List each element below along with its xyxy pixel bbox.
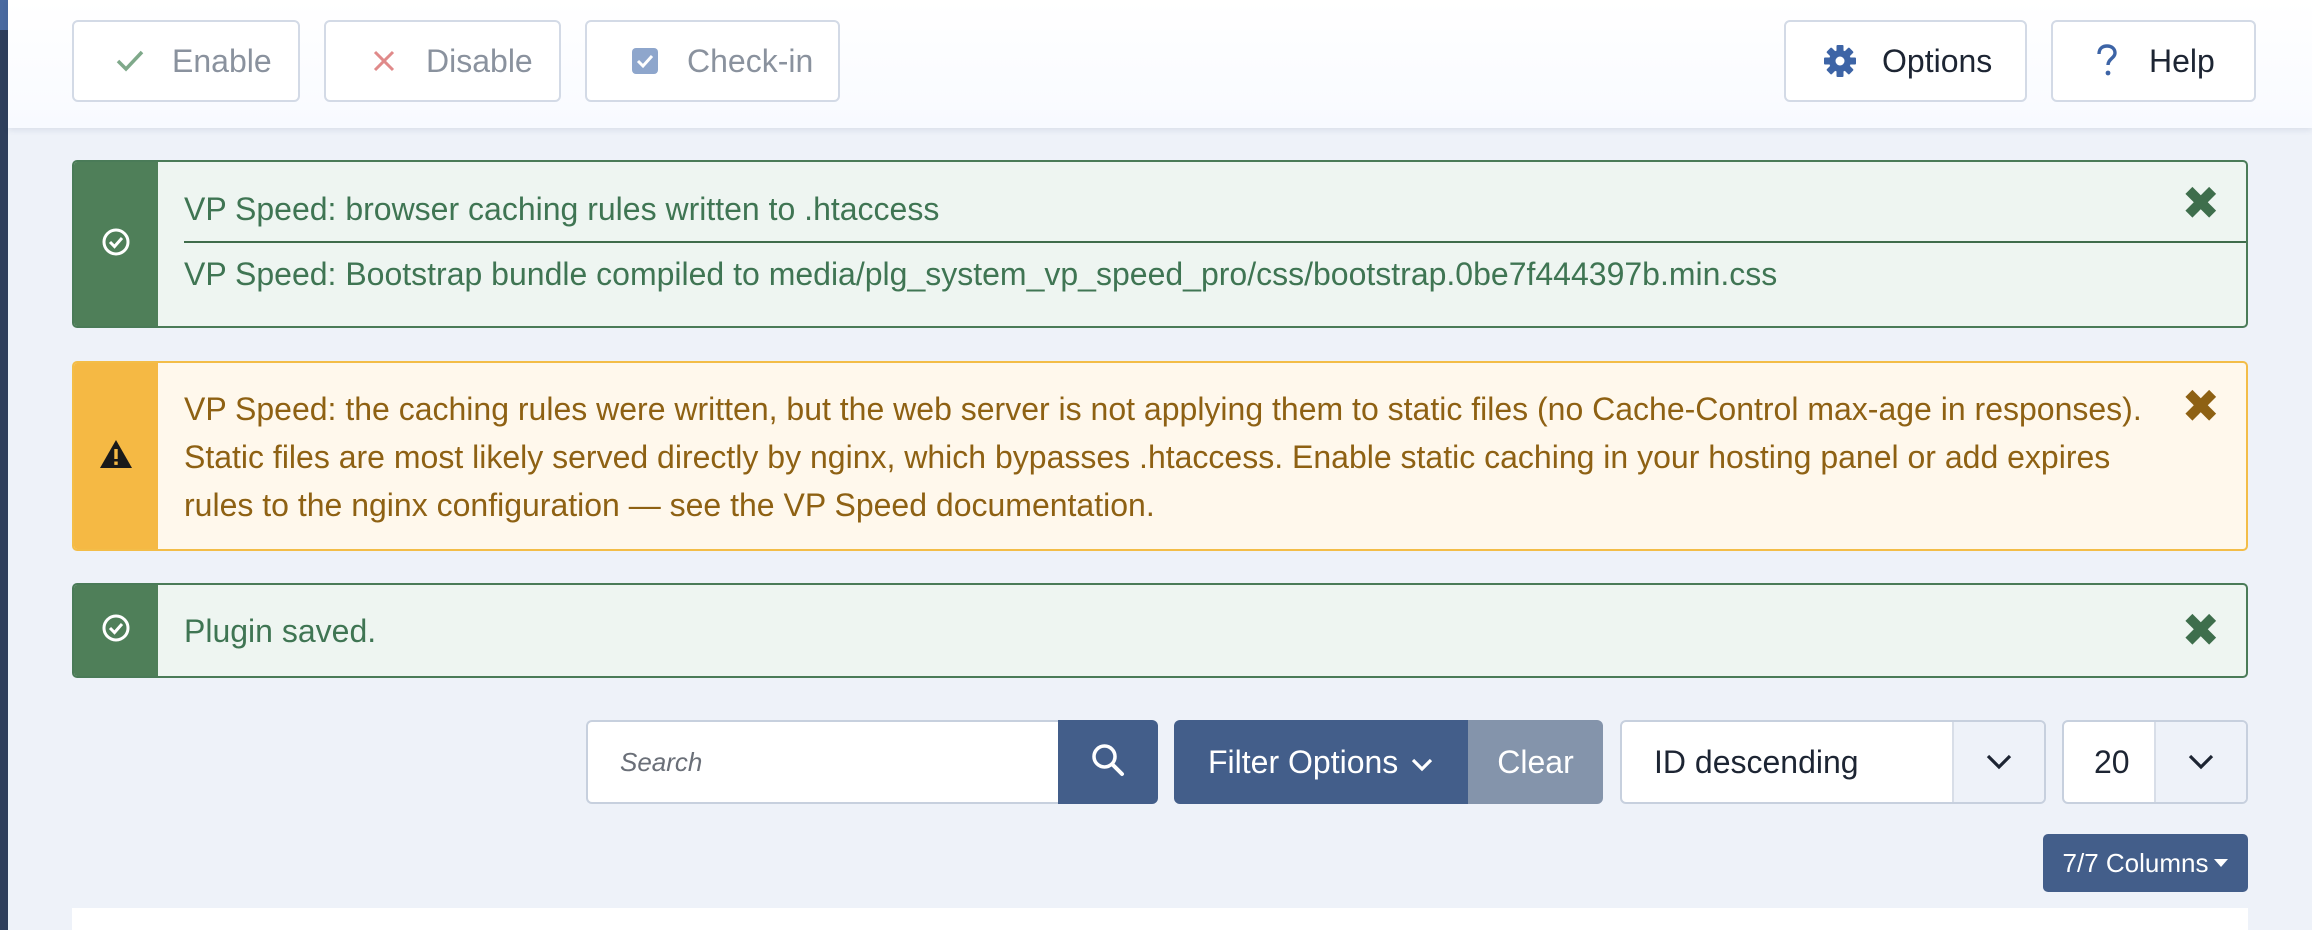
close-alert-button[interactable]: ✖ <box>2181 383 2220 429</box>
alert-message: Plugin saved. <box>184 613 377 649</box>
alert-icon-strip <box>74 585 158 676</box>
filter-options-label: Filter Options <box>1208 743 1399 780</box>
alert-message-list: VP Speed: browser caching rules written … <box>184 185 2246 298</box>
search-input[interactable] <box>586 720 1059 804</box>
caret-down-icon <box>2214 859 2229 867</box>
disable-button[interactable]: Disable <box>324 20 561 102</box>
filter-options-button[interactable]: Filter Options <box>1174 720 1468 804</box>
alert-message: VP Speed: the caching rules were written… <box>184 391 2142 523</box>
x-icon <box>366 43 402 79</box>
alert-icon-strip <box>74 363 158 549</box>
chevron-down-icon <box>2154 722 2246 802</box>
checkin-button[interactable]: Check-in <box>585 20 840 102</box>
checkbox-icon <box>627 43 663 79</box>
disable-button-label: Disable <box>426 42 533 79</box>
checkin-button-label: Check-in <box>687 42 814 79</box>
enable-button-label: Enable <box>172 42 272 79</box>
sidebar-edge <box>0 0 8 930</box>
sort-select[interactable]: ID descending <box>1620 720 2046 804</box>
check-circle-icon <box>101 227 131 262</box>
alert-icon-strip <box>74 162 158 326</box>
check-icon <box>112 43 148 79</box>
list-limit-value: 20 <box>2094 743 2130 780</box>
toolbar: Enable Disable Check-in Options Help <box>8 0 2312 128</box>
clear-button-label: Clear <box>1497 743 1574 780</box>
close-alert-button[interactable]: ✖ <box>2181 607 2220 653</box>
help-button[interactable]: Help <box>2051 20 2256 102</box>
gear-icon <box>1822 43 1858 79</box>
alert-warning: VP Speed: the caching rules were written… <box>72 361 2248 551</box>
chevron-down-icon <box>1952 722 2044 802</box>
alert-success: Plugin saved. ✖ <box>72 583 2248 678</box>
options-button-label: Options <box>1882 42 1993 79</box>
warning-triangle-icon <box>99 439 133 474</box>
columns-toggle-label: 7/7 Columns <box>2062 847 2209 878</box>
table-container <box>72 908 2248 930</box>
clear-button[interactable]: Clear <box>1468 720 1603 804</box>
options-button[interactable]: Options <box>1784 20 2027 102</box>
list-limit-select[interactable]: 20 <box>2062 720 2248 804</box>
alert-message: VP Speed: Bootstrap bundle compiled to m… <box>184 256 1778 292</box>
question-icon <box>2089 43 2125 79</box>
sort-select-value: ID descending <box>1654 743 1859 780</box>
columns-toggle-button[interactable]: 7/7 Columns <box>2043 834 2248 892</box>
chevron-down-icon <box>1410 744 1434 781</box>
alert-message: VP Speed: browser caching rules written … <box>184 191 940 227</box>
search-icon <box>1090 742 1126 783</box>
alert-success: VP Speed: browser caching rules written … <box>72 160 2248 328</box>
close-alert-button[interactable]: ✖ <box>2181 180 2220 226</box>
enable-button[interactable]: Enable <box>72 20 300 102</box>
search-button[interactable] <box>1058 720 1158 804</box>
help-button-label: Help <box>2149 42 2215 79</box>
check-circle-icon <box>101 613 131 648</box>
